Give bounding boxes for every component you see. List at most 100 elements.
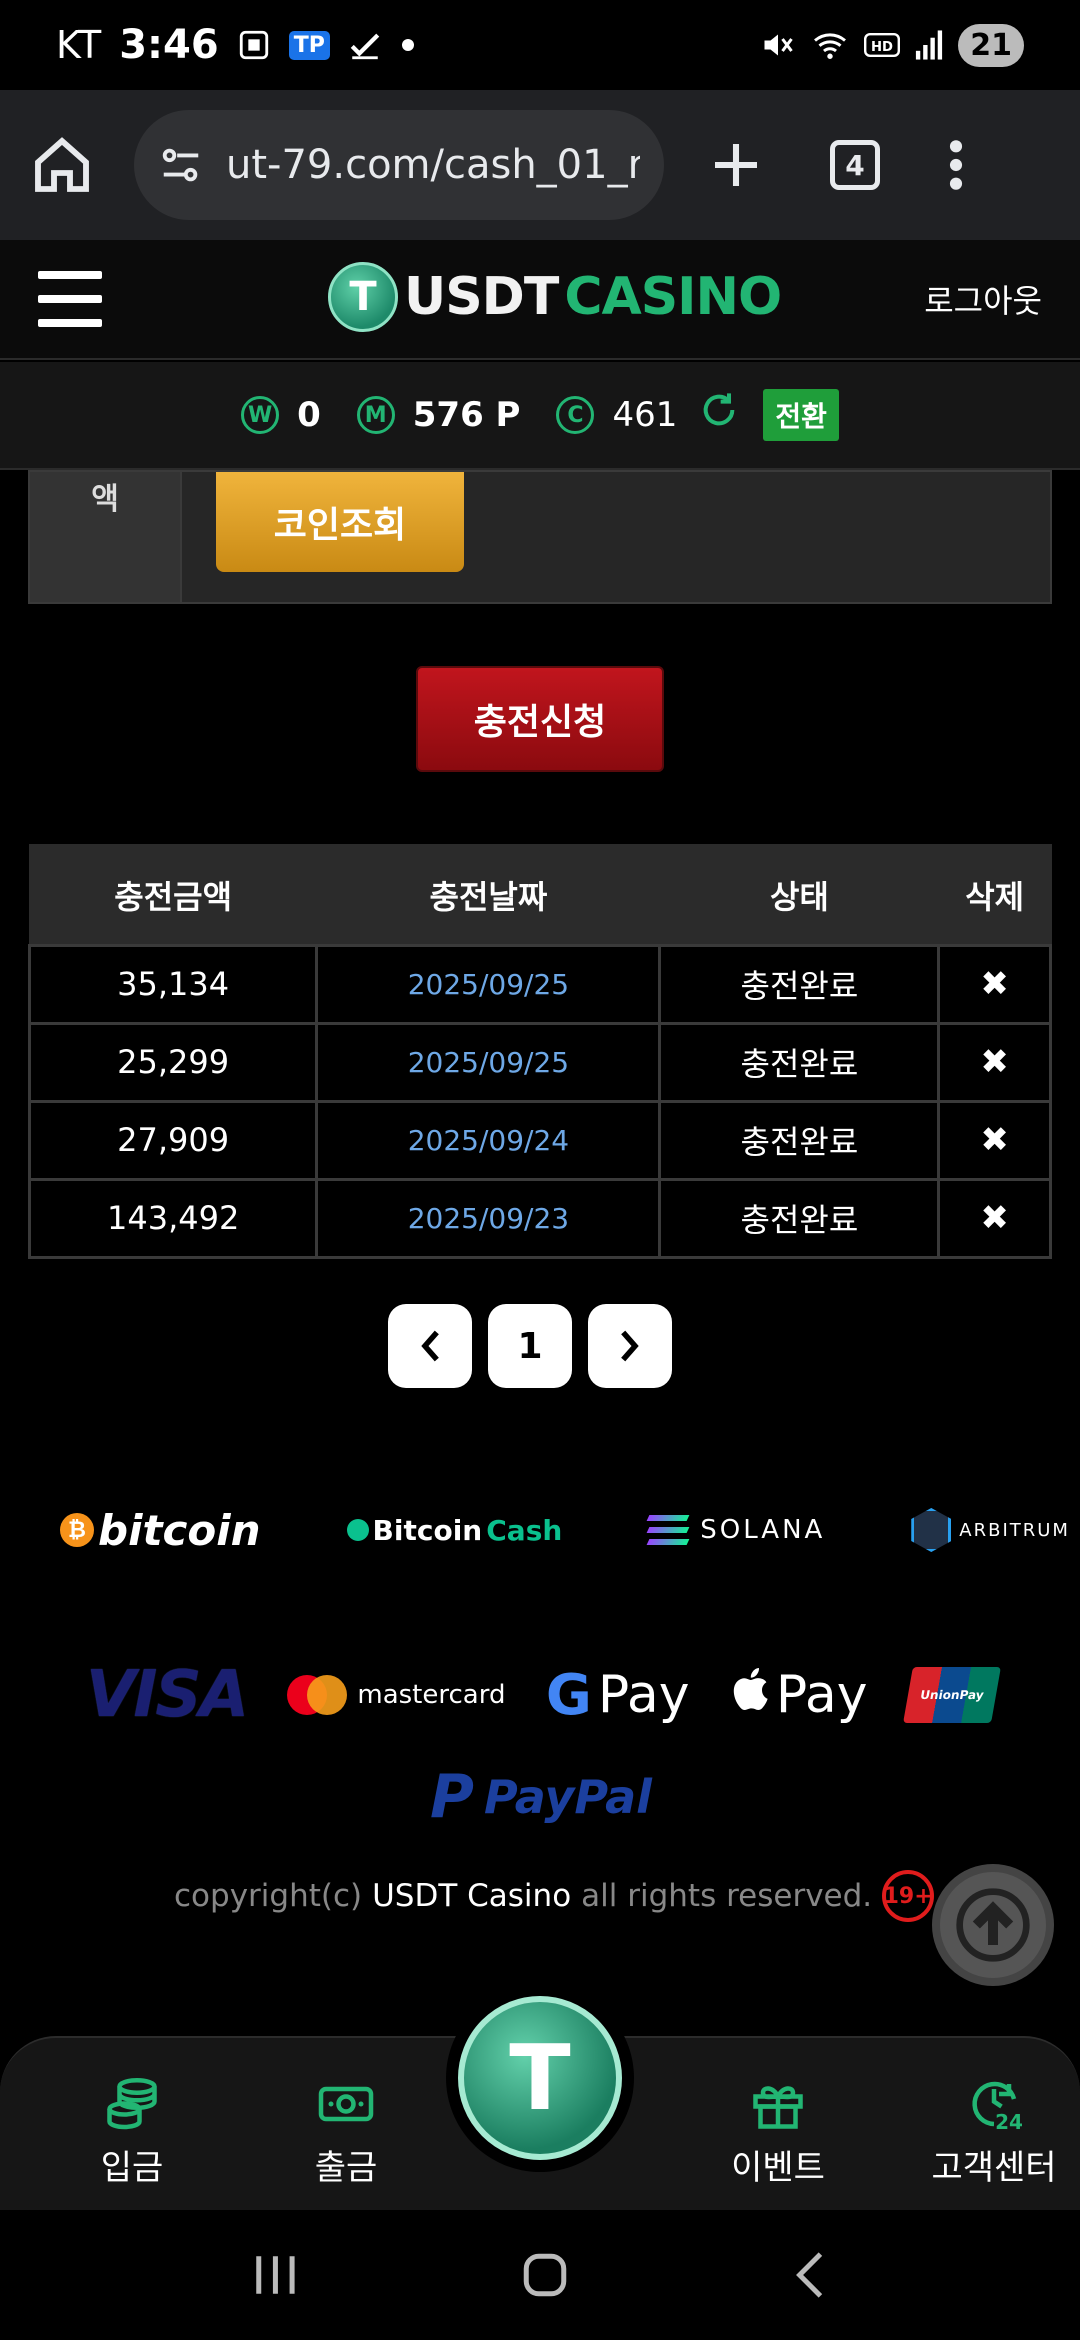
copyright-brand: USDT Casino [372,1878,572,1914]
solana-icon [646,1515,690,1545]
home-icon[interactable] [30,133,94,197]
cell-amount: 25,299 [27,1021,319,1103]
carrier-label: KT [56,23,102,67]
age-restriction-badge: 19+ [882,1870,935,1922]
nav-label: 입금 [100,2148,164,2188]
charge-history-table: 충전금액 충전날짜 상태 삭제 35,134 2025/09/25 충전완료 ✖… [27,844,1052,1259]
table-row: 25,299 2025/09/25 충전완료 ✖ [27,1021,1052,1103]
arrow-up-icon [956,1888,1030,1962]
unionpay-logo: UnionPay [903,1667,1001,1723]
points-bar: W 0 M 576 P C 461 전환 [0,362,1080,470]
bitcoin-cash-icon [346,1519,369,1541]
table-row: 143,492 2025/09/23 충전완료 ✖ [27,1177,1052,1259]
cell-date: 2025/09/24 [315,1099,662,1181]
menu-icon[interactable] [38,271,102,327]
nav-deposit[interactable]: 입금 [52,2074,212,2189]
site-header: T USDT CASINO 로그아웃 [0,240,1080,360]
center-home-button[interactable]: T [446,1984,634,2172]
nav-label: 고객센터 [931,2148,1057,2188]
solana-logo-text: SOLANA [700,1515,826,1545]
bitcoin-logo: ₿ bitcoin [60,1506,261,1555]
arbitrum-icon [911,1508,952,1552]
charge-form-row: 액 코인조회 [28,470,1052,604]
wifi-icon [810,27,850,63]
coins-icon [102,2074,162,2134]
svg-text:24: 24 [995,2110,1023,2134]
nav-label: 이벤트 [731,2148,825,2188]
next-page-button[interactable] [588,1304,672,1388]
refresh-icon[interactable] [699,390,739,440]
clock: 3:46 [119,22,219,68]
delete-icon[interactable]: ✖ [937,943,1052,1025]
tether-coin-icon: T [458,1996,622,2160]
signal-icon [914,29,944,61]
mute-icon [760,27,796,63]
delete-icon[interactable]: ✖ [937,1021,1052,1103]
coin-lookup-button[interactable]: 코인조회 [216,472,464,572]
more-icon[interactable] [946,137,966,193]
cell-status: 충전완료 [658,1177,941,1259]
address-bar[interactable]: ut-79.com/cash_01_r [134,110,664,220]
solana-logo: SOLANA [646,1515,826,1545]
charge-request-button[interactable]: 충전신청 [416,666,664,772]
cell-status: 충전완료 [658,943,941,1025]
cell-date: 2025/09/25 [315,1021,662,1103]
google-pay-logo: G Pay [546,1663,690,1728]
google-g-icon: G [545,1662,592,1728]
won-icon: W [241,396,280,434]
cash-icon [316,2074,376,2134]
home-nav-icon[interactable] [520,2250,570,2300]
nav-withdraw[interactable]: 출금 [266,2074,426,2189]
convert-button[interactable]: 전환 [763,389,839,441]
arbitrum-logo: ARBITRUM [911,1508,1070,1552]
pagination: 1 [388,1304,672,1388]
svg-text:HD: HD [871,40,893,55]
gift-icon [748,2074,808,2134]
nav-label: 출금 [314,2148,378,2188]
delete-icon[interactable]: ✖ [937,1177,1052,1259]
copyright: copyright(c) USDT Casino all rights rese… [174,1870,935,1922]
arbitrum-logo-text: ARBITRUM [959,1519,1070,1541]
battery-icon: 21 [958,23,1024,67]
delete-icon[interactable]: ✖ [937,1099,1052,1181]
tp-app-icon: TP [288,30,330,60]
prev-page-button[interactable] [388,1304,472,1388]
back-icon[interactable] [790,2250,830,2300]
browser-toolbar: ut-79.com/cash_01_r 4 [0,90,1080,240]
plus-icon[interactable] [708,137,764,193]
mastercard-logo-text: mastercard [357,1680,506,1710]
google-pay-text: Pay [597,1665,690,1725]
paypal-logo: P PayPal [430,1762,652,1832]
bitcoin-icon: ₿ [60,1513,94,1547]
tabs-count: 4 [830,140,880,190]
tether-logo-icon: T [328,262,398,332]
scroll-to-top-button[interactable] [932,1864,1054,1986]
check-icon [348,28,382,62]
table-header-row: 충전금액 충전날짜 상태 삭제 [28,844,1052,946]
recent-apps-icon[interactable] [250,2252,300,2298]
nav-events[interactable]: 이벤트 [698,2074,858,2189]
url-text: ut-79.com/cash_01_r [226,142,640,188]
coin-icon: C [556,396,595,434]
paypal-icon: P [430,1762,474,1832]
copyright-suffix: all rights reserved. [581,1878,873,1914]
copyright-prefix: copyright(c) [174,1878,363,1914]
support-24-icon: 24 [964,2074,1024,2134]
cell-status: 충전완료 [658,1021,941,1103]
bitcoin-cash-logo: Bitcoin Cash [346,1514,562,1547]
logo-text-casino: CASINO [564,267,782,327]
visa-logo: VISA [86,1658,249,1732]
site-settings-icon[interactable] [158,142,204,188]
cell-amount: 27,909 [27,1099,319,1181]
paypal-logo-text: PayPal [483,1770,652,1824]
page-number-button[interactable]: 1 [488,1304,572,1388]
bitcoin-logo-text: bitcoin [98,1505,261,1555]
form-row-cell: 코인조회 [182,472,1050,602]
site-logo[interactable]: T USDT CASINO [328,262,782,332]
column-header-status: 상태 [658,844,940,946]
nav-support[interactable]: 24 고객센터 [914,2074,1074,2189]
tabs-icon[interactable]: 4 [830,140,880,190]
cell-amount: 35,134 [27,943,319,1025]
column-header-date: 충전날짜 [315,844,661,946]
logout-link[interactable]: 로그아웃 [924,276,1042,322]
